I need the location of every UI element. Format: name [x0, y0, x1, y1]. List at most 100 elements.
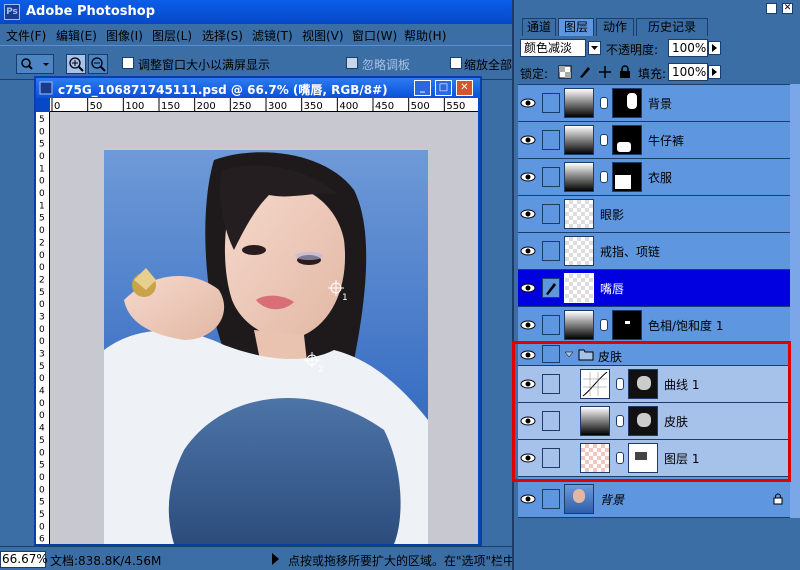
ruler-tick-label: 0	[39, 374, 45, 384]
layers-scrollbar[interactable]	[790, 84, 800, 518]
link-cell[interactable]	[542, 93, 560, 113]
portrait-illustration: 1 2	[104, 152, 428, 544]
link-cell[interactable]	[542, 167, 560, 187]
layer-row[interactable]: 衣服	[518, 159, 790, 196]
maximize-button[interactable]: □	[435, 80, 452, 96]
mask-link-icon[interactable]	[600, 97, 608, 109]
ruler-tick-label: 0	[54, 101, 60, 112]
menu-layer[interactable]: 图层(L)	[152, 27, 192, 44]
photoshop-main-window: Ps Adobe Photoshop 文件(F) 编辑(E) 图像(I) 图层(…	[0, 0, 512, 570]
tab-actions[interactable]: 动作	[596, 18, 634, 36]
fill-field[interactable]: 100%	[668, 63, 708, 81]
layer-row[interactable]: 牛仔裤	[518, 122, 790, 159]
blend-row: 颜色减淡 不透明度: 100%	[518, 38, 796, 58]
layer-mask-thumbnail[interactable]	[612, 162, 642, 192]
close-icon: ✕	[460, 82, 469, 93]
portrait-photo[interactable]: 1 2	[104, 150, 428, 544]
close-button[interactable]: ✕	[456, 80, 473, 96]
zoom-out-button[interactable]	[88, 54, 108, 74]
layer-mask-thumbnail[interactable]	[612, 125, 642, 155]
opacity-slider-button[interactable]	[708, 41, 721, 55]
visibility-eye-icon[interactable]	[520, 132, 536, 148]
resize-window-checkbox[interactable]	[122, 57, 134, 69]
layer-thumbnail[interactable]	[564, 199, 594, 229]
mask-link-icon[interactable]	[600, 171, 608, 183]
layer-thumbnail[interactable]	[564, 484, 594, 514]
layer-row-background[interactable]: 背景	[518, 481, 790, 518]
ruler-tick-label: 0	[39, 473, 45, 483]
resize-window-label: 调整窗口大小以满屏显示	[138, 58, 271, 72]
layer-name: 衣服	[648, 171, 673, 185]
blend-mode-select[interactable]: 颜色减淡	[520, 39, 586, 57]
visibility-eye-icon[interactable]	[520, 491, 536, 507]
minimize-icon: _	[420, 82, 425, 93]
menu-select[interactable]: 选择(S)	[202, 27, 243, 44]
tool-hint-text: 点按或拖移所要扩大的区域。在"选项"栏中	[288, 554, 512, 568]
ruler-tick-label: 5	[39, 115, 45, 125]
tab-layers[interactable]: 图层	[558, 18, 594, 36]
layer-row-selected[interactable]: 嘴唇	[518, 270, 790, 307]
opacity-label: 不透明度:	[606, 43, 659, 57]
ignore-palettes-checkbox[interactable]	[346, 57, 358, 69]
zoom-in-button[interactable]	[66, 54, 86, 74]
layer-name: 嘴唇	[600, 282, 625, 296]
layer-thumbnail[interactable]	[564, 273, 594, 303]
palette-collapse-button[interactable]	[766, 3, 777, 14]
tab-history[interactable]: 历史记录	[636, 18, 708, 36]
link-cell[interactable]	[542, 241, 560, 261]
zoom-all-checkbox[interactable]	[450, 57, 462, 69]
vertical-ruler: 5 0 5 0 1 0 0 1 5 0 2 0 0 2 5 0 3 0 0 3 5 0 4 0 0 4 5 0 5 0 0 5 5 0 6	[36, 112, 50, 544]
ruler-tick-label: 1	[39, 164, 45, 174]
palette-bottom-tools	[518, 518, 800, 570]
layer-row[interactable]: 色相/饱和度 1	[518, 307, 790, 344]
zoom-level-field[interactable]: 66.67%	[0, 551, 48, 568]
status-menu-arrow-icon[interactable]	[272, 553, 279, 565]
ruler-tick-label: 5	[39, 498, 45, 508]
visibility-eye-icon[interactable]	[520, 206, 536, 222]
mask-link-icon[interactable]	[600, 319, 608, 331]
menu-filter[interactable]: 滤镜(T)	[252, 27, 293, 44]
fill-slider-button[interactable]	[708, 65, 721, 79]
menu-window[interactable]: 窗口(W)	[352, 27, 397, 44]
opacity-field[interactable]: 100%	[668, 39, 708, 57]
ruler-tick-label: 200	[197, 101, 216, 112]
layer-mask-thumbnail[interactable]	[612, 88, 642, 118]
lock-icon[interactable]	[618, 65, 632, 79]
layer-mask-thumbnail[interactable]	[612, 310, 642, 340]
ruler-tick-label: 50	[90, 101, 103, 112]
canvas-area[interactable]: 1 2	[50, 112, 478, 544]
link-cell[interactable]	[542, 489, 560, 509]
ruler-tick-label: 2	[39, 275, 45, 285]
layer-thumbnail[interactable]	[564, 236, 594, 266]
menu-file[interactable]: 文件(F)	[6, 27, 46, 44]
brush-state-cell[interactable]	[542, 278, 560, 298]
levels-adjustment-icon	[564, 162, 594, 192]
menu-image[interactable]: 图像(I)	[106, 27, 143, 44]
magnifier-icon	[21, 58, 49, 70]
blend-mode-dropdown[interactable]	[588, 41, 601, 55]
layer-row[interactable]: 戒指、项链	[518, 233, 790, 270]
minimize-button[interactable]: _	[414, 80, 431, 96]
visibility-eye-icon[interactable]	[520, 317, 536, 333]
zoom-tool-button[interactable]	[16, 54, 54, 74]
ruler-tick-label: 5	[39, 140, 45, 150]
menu-view[interactable]: 视图(V)	[302, 27, 344, 44]
visibility-eye-icon[interactable]	[520, 95, 536, 111]
menu-edit[interactable]: 编辑(E)	[56, 27, 97, 44]
visibility-eye-icon[interactable]	[520, 280, 536, 296]
link-cell[interactable]	[542, 130, 560, 150]
mask-link-icon[interactable]	[600, 134, 608, 146]
tab-channels[interactable]: 通道	[522, 18, 556, 36]
move-icon[interactable]	[598, 65, 612, 79]
ruler-tick-label: 0	[39, 485, 45, 495]
brush-icon[interactable]	[578, 65, 592, 79]
link-cell[interactable]	[542, 204, 560, 224]
link-cell[interactable]	[542, 315, 560, 335]
lock-transparency-icon[interactable]	[558, 65, 572, 79]
visibility-eye-icon[interactable]	[520, 243, 536, 259]
palette-close-button[interactable]: ✕	[782, 3, 793, 14]
visibility-eye-icon[interactable]	[520, 169, 536, 185]
layer-row[interactable]: 背景	[518, 85, 790, 122]
menu-help[interactable]: 帮助(H)	[404, 27, 446, 44]
layer-row[interactable]: 眼影	[518, 196, 790, 233]
